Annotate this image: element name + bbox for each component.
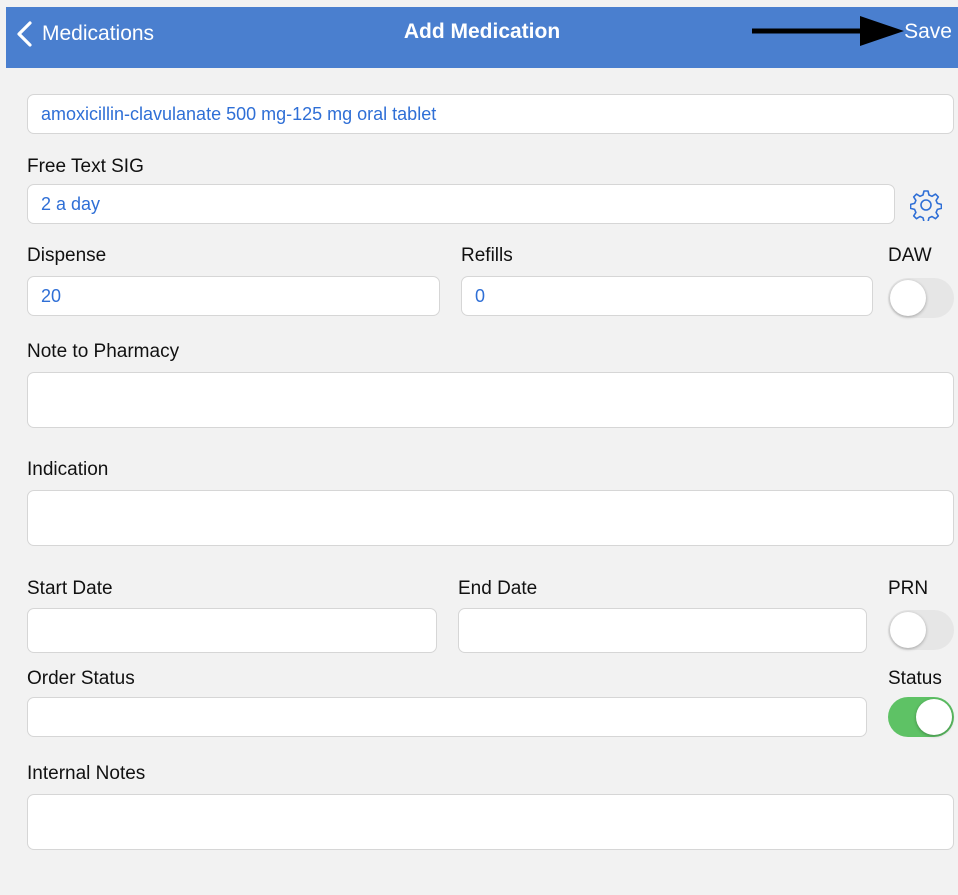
status-label: Status xyxy=(888,668,942,689)
sig-label: Free Text SIG xyxy=(27,156,144,177)
internal-notes-field[interactable] xyxy=(27,794,954,850)
note-to-pharmacy-label: Note to Pharmacy xyxy=(27,341,180,362)
toggle-knob xyxy=(890,280,926,316)
status-toggle[interactable] xyxy=(888,697,954,737)
internal-notes-label: Internal Notes xyxy=(27,763,146,784)
end-date-label: End Date xyxy=(458,578,538,599)
daw-toggle[interactable] xyxy=(888,278,954,318)
start-date-label: Start Date xyxy=(27,578,113,599)
prn-label: PRN xyxy=(888,578,929,599)
start-date-field[interactable] xyxy=(27,608,437,653)
arrow-right-icon xyxy=(752,16,904,46)
medication-field[interactable]: amoxicillin-clavulanate 500 mg-125 mg or… xyxy=(27,94,954,134)
refills-label: Refills xyxy=(461,245,513,266)
gear-icon[interactable] xyxy=(910,189,942,221)
refills-field[interactable]: 0 xyxy=(461,276,873,316)
sig-field[interactable]: 2 a day xyxy=(27,184,895,224)
note-to-pharmacy-field[interactable] xyxy=(27,372,954,428)
toggle-knob xyxy=(890,612,926,648)
save-button[interactable]: Save xyxy=(904,20,952,44)
dispense-label: Dispense xyxy=(27,245,107,266)
dispense-field[interactable]: 20 xyxy=(27,276,440,316)
prn-toggle[interactable] xyxy=(888,610,954,650)
order-status-label: Order Status xyxy=(27,668,135,689)
order-status-field[interactable] xyxy=(27,697,867,737)
indication-label: Indication xyxy=(27,459,109,480)
end-date-field[interactable] xyxy=(458,608,867,653)
indication-field[interactable] xyxy=(27,490,954,546)
toggle-knob xyxy=(916,699,952,735)
daw-label: DAW xyxy=(888,245,932,266)
